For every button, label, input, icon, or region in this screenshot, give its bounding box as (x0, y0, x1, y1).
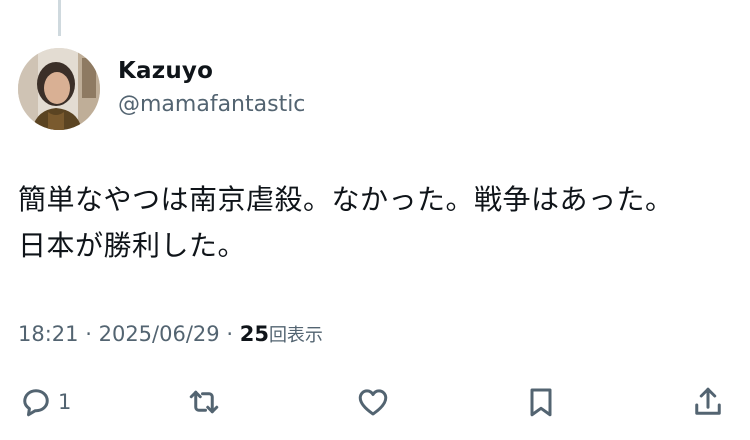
tweet-text-line: 簡単なやつは南京虐殺。なかった。戦争はあった。 (18, 183, 674, 216)
partial-icon-stub (626, 0, 638, 4)
views-count: 25 (239, 322, 269, 346)
share-button[interactable] (690, 382, 726, 422)
tweet-text: 簡単なやつは南京虐殺。なかった。戦争はあった。 日本が勝利した。 (18, 177, 730, 269)
thread-connector-line (58, 0, 61, 36)
reply-count: 1 (58, 390, 72, 414)
meta-separator: · (226, 322, 234, 346)
retweet-button[interactable] (186, 382, 222, 422)
bookmark-button[interactable] (523, 382, 559, 422)
bookmark-icon (530, 388, 552, 417)
heart-icon (358, 389, 388, 416)
author-name[interactable]: Kazuyo (118, 58, 213, 84)
tweet-time[interactable]: 18:21 (18, 322, 79, 346)
avatar-photo (18, 48, 100, 130)
meta-separator: · (85, 322, 92, 346)
author-handle[interactable]: @mamafantastic (118, 92, 305, 117)
views-label: 回表示 (268, 325, 323, 346)
like-button[interactable] (355, 382, 391, 422)
tweet-text-line: 日本が勝利した。 (18, 229, 247, 262)
tweet-date[interactable]: 2025/06/29 (99, 322, 220, 346)
speech-bubble-icon (23, 389, 49, 417)
retweet-arrows-icon (189, 390, 219, 414)
avatar[interactable] (18, 48, 100, 130)
reply-button[interactable]: 1 (18, 382, 71, 422)
tweet-metadata: 18:21 · 2025/06/29 · 25回表示 (18, 321, 323, 347)
share-upload-icon (695, 387, 721, 415)
